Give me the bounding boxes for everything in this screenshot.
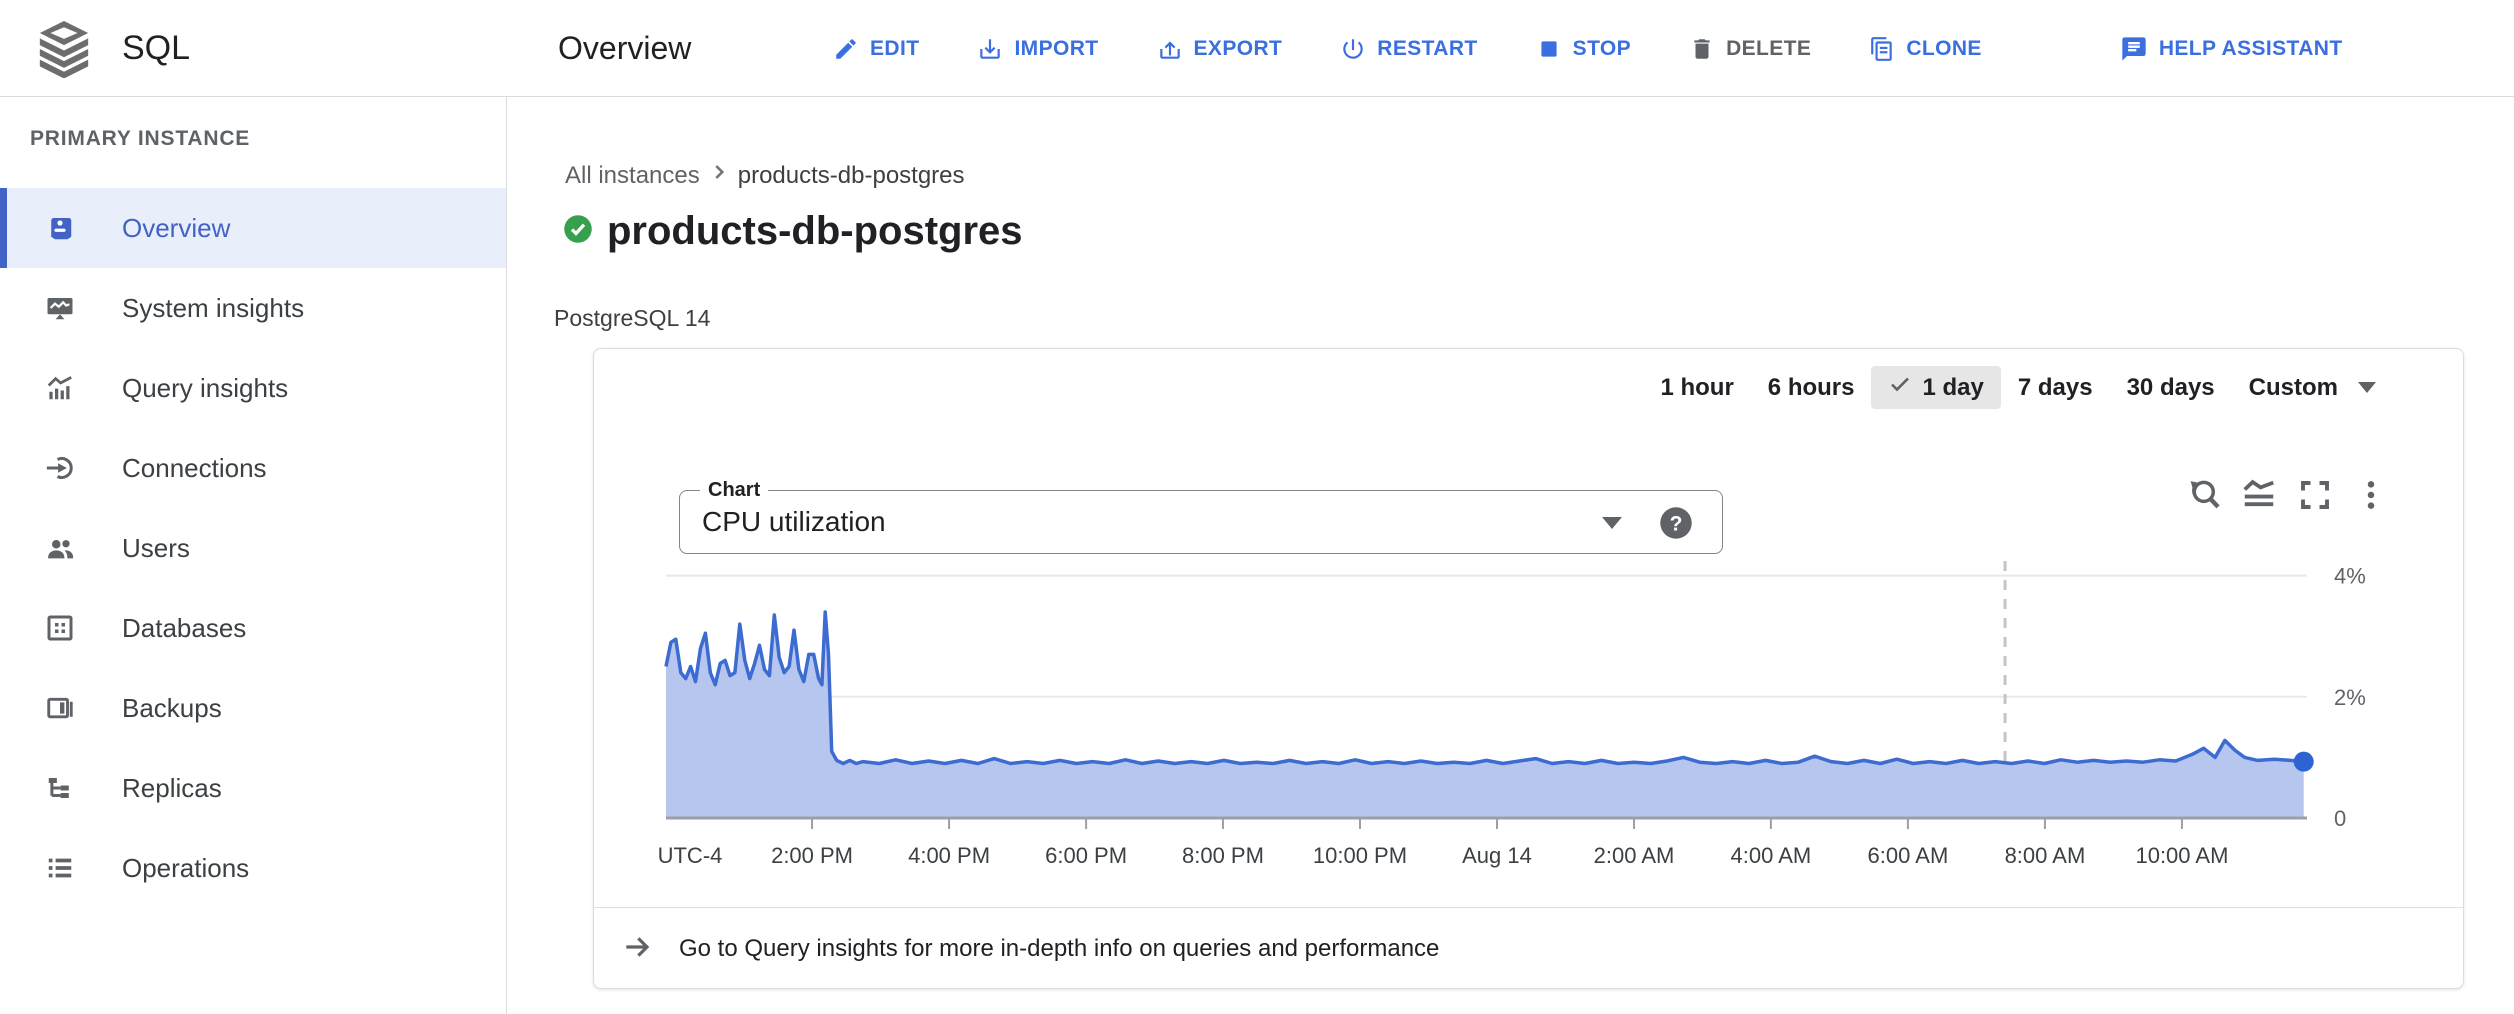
cloud-sql-overview-page: SQL Overview EDIT IMPORT EXPORT [0,0,2514,1014]
timezone-label: UTC-4 [658,843,723,868]
instance-version: PostgreSQL 14 [554,305,710,332]
latest-value-dot [2294,752,2314,772]
power-icon [1340,36,1366,62]
x-tick-label: 6:00 AM [1868,843,1949,868]
sql-database-logo-icon [36,20,92,78]
series-line [666,612,2304,764]
export-button[interactable]: EXPORT [1157,36,1283,62]
databases-icon [44,612,76,644]
y-tick-label: 2% [2334,685,2366,710]
edit-button[interactable]: EDIT [833,36,919,62]
overview-icon [44,212,76,244]
product-name: SQL [122,0,190,97]
x-tick-label: Aug 14 [1462,843,1532,868]
operations-icon [44,852,76,884]
stop-square-icon [1536,36,1562,62]
sidebar-item-overview[interactable]: Overview [0,188,506,268]
stop-button[interactable]: STOP [1536,36,1631,62]
chat-help-icon [2120,35,2148,63]
query-insights-icon [44,372,76,404]
users-icon [44,532,76,564]
breadcrumb-all-instances[interactable]: All instances [565,162,700,190]
sidebar-item-query-insights[interactable]: Query insights [0,348,506,428]
import-icon [977,36,1003,62]
sidebar-item-replicas[interactable]: Replicas [0,748,506,828]
sidebar-item-users[interactable]: Users [0,508,506,588]
app-header: SQL Overview EDIT IMPORT EXPORT [0,0,2514,97]
y-tick-label: 0 [2334,806,2346,831]
breadcrumb-current: products-db-postgres [738,162,965,190]
instance-action-toolbar: EDIT IMPORT EXPORT RESTART [833,0,2343,97]
cpu-utilization-chart[interactable]: 0 2% 4% 2:00 PM 4:00 PM 6:00 PM 8:00 PM 10:00 P… [594,349,2463,905]
clone-button[interactable]: CLONE [1869,36,1982,62]
x-tick-label: 6:00 PM [1045,843,1127,868]
x-tick-label: 2:00 PM [771,843,853,868]
query-insights-link-label: Go to Query insights for more in-depth i… [679,935,1439,963]
metrics-card: 1 hour 6 hours 1 day 7 days 30 days Cust… [593,348,2464,989]
sidebar-section-label: PRIMARY INSTANCE [30,127,250,151]
query-insights-link[interactable]: Go to Query insights for more in-depth i… [594,908,2463,990]
connections-icon [44,452,76,484]
trash-icon [1689,36,1715,62]
series-area [666,612,2304,818]
clone-icon [1869,36,1895,62]
x-tick-label: 4:00 AM [1731,843,1812,868]
sidebar-nav: Overview System insights Query insights … [0,188,506,908]
sidebar-item-operations[interactable]: Operations [0,828,506,908]
instance-name: products-db-postgres [607,209,1023,254]
x-tick-label: 8:00 AM [2005,843,2086,868]
sidebar: PRIMARY INSTANCE Overview System insight… [0,97,507,1014]
status-healthy-icon [563,214,593,249]
delete-button[interactable]: DELETE [1689,36,1811,62]
export-icon [1157,36,1183,62]
x-tick-label: 10:00 AM [2135,843,2228,868]
system-insights-icon [44,292,76,324]
sidebar-item-databases[interactable]: Databases [0,588,506,668]
sidebar-item-connections[interactable]: Connections [0,428,506,508]
pencil-icon [833,36,859,62]
x-tick-label: 4:00 PM [908,843,990,868]
replicas-icon [44,772,76,804]
sidebar-item-system-insights[interactable]: System insights [0,268,506,348]
x-tick-label: 2:00 AM [1594,843,1675,868]
backups-icon [44,692,76,724]
main-content: All instances products-db-postgres produ… [507,97,2514,1014]
chevron-right-icon [706,159,732,192]
x-tick-label: 8:00 PM [1182,843,1264,868]
page-title: Overview [558,0,691,97]
breadcrumb: All instances products-db-postgres [565,159,965,192]
y-tick-label: 4% [2334,564,2366,589]
instance-title-row: products-db-postgres [563,209,1023,254]
x-tick-label: 10:00 PM [1313,843,1407,868]
sidebar-item-backups[interactable]: Backups [0,668,506,748]
arrow-forward-icon [621,931,653,968]
import-button[interactable]: IMPORT [977,36,1098,62]
restart-button[interactable]: RESTART [1340,36,1477,62]
help-assistant-button[interactable]: HELP ASSISTANT [2120,35,2343,63]
